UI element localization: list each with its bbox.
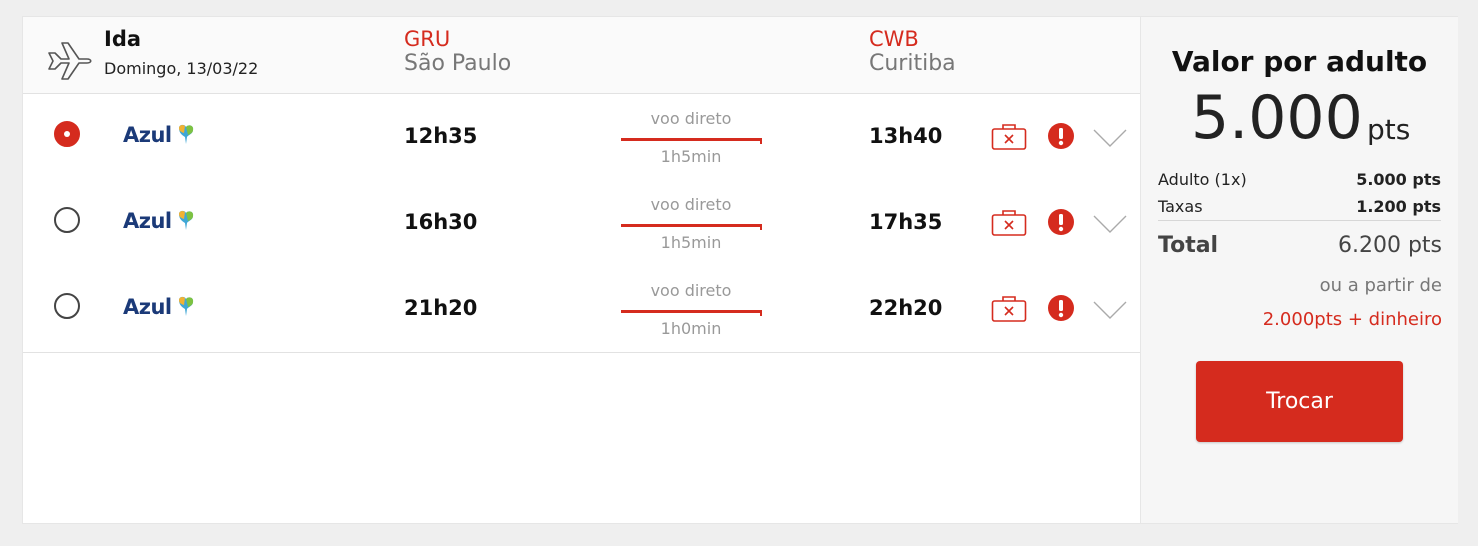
airline-logo-text: Azul — [123, 209, 172, 233]
summary-divider — [1158, 220, 1441, 221]
flight-card: Ida Domingo, 13/03/22 GRU São Paulo CWB … — [22, 16, 1458, 524]
line-label: Adulto (1x) — [1158, 170, 1247, 189]
airline-logo-text: Azul — [123, 123, 172, 147]
flight-option-row[interactable]: Azul 21h20 voo direto 1h0min 22h20 — [23, 266, 1140, 352]
flight-option-row[interactable]: Azul 12h35 voo direto 1h5min 13h40 — [23, 94, 1140, 180]
stop-type: voo direto — [650, 195, 732, 214]
flight-duration: 1h5min — [660, 233, 722, 252]
price-title: Valor por adulto — [1171, 45, 1428, 78]
trocar-button[interactable]: Trocar — [1196, 361, 1403, 442]
price-line-adult: Adulto (1x) 5.000 pts — [1158, 170, 1441, 189]
airline-logo-text: Azul — [123, 295, 172, 319]
departure-time: 16h30 — [404, 210, 478, 234]
route-line-end — [760, 310, 762, 316]
no-baggage-icon[interactable] — [991, 123, 1027, 151]
airline-logo-icon — [179, 210, 194, 230]
flight-header: Ida Domingo, 13/03/22 GRU São Paulo CWB … — [23, 17, 1140, 94]
chevron-down-icon[interactable] — [1093, 128, 1127, 148]
line-value: 1.200 pts — [1356, 197, 1441, 216]
flight-select-radio[interactable] — [54, 121, 80, 147]
flight-duration: 1h0min — [660, 319, 722, 338]
route-line-end — [760, 224, 762, 230]
price-line-taxes: Taxas 1.200 pts — [1158, 197, 1441, 216]
stop-type: voo direto — [650, 109, 732, 128]
total-value: 6.200 pts — [1337, 233, 1442, 258]
destination-code: CWB — [869, 27, 919, 51]
flight-select-radio[interactable] — [54, 207, 80, 233]
arrival-time: 13h40 — [869, 124, 943, 148]
route-line — [621, 224, 762, 227]
line-label: Taxas — [1158, 197, 1203, 216]
airline-logo-icon — [179, 124, 194, 144]
alert-icon[interactable] — [1047, 208, 1075, 236]
alert-icon[interactable] — [1047, 122, 1075, 150]
departure-time: 21h20 — [404, 296, 478, 320]
origin-code: GRU — [404, 27, 451, 51]
route-line — [621, 138, 762, 141]
total-label: Total — [1158, 233, 1219, 258]
price-summary-panel: Valor por adulto 5.000 pts Adulto (1x) 5… — [1140, 17, 1458, 523]
plane-icon — [48, 42, 92, 80]
arrival-time: 17h35 — [869, 210, 943, 234]
price-amount: 5.000 — [1191, 83, 1363, 153]
chevron-down-icon[interactable] — [1093, 214, 1127, 234]
origin-city: São Paulo — [404, 51, 512, 76]
flight-select-radio[interactable] — [54, 293, 80, 319]
no-baggage-icon[interactable] — [991, 295, 1027, 323]
flight-option-row[interactable]: Azul 16h30 voo direto 1h5min 17h35 — [23, 180, 1140, 266]
airline-logo-icon — [179, 296, 194, 316]
alt-price-prefix: ou a partir de — [1319, 275, 1442, 296]
stop-type: voo direto — [650, 281, 732, 300]
arrival-time: 22h20 — [869, 296, 943, 320]
alert-icon[interactable] — [1047, 294, 1075, 322]
flight-list-panel: Ida Domingo, 13/03/22 GRU São Paulo CWB … — [23, 17, 1140, 523]
departure-time: 12h35 — [404, 124, 478, 148]
chevron-down-icon[interactable] — [1093, 300, 1127, 320]
flight-date: Domingo, 13/03/22 — [104, 59, 259, 78]
flight-duration: 1h5min — [660, 147, 722, 166]
destination-city: Curitiba — [869, 51, 956, 76]
route-line — [621, 310, 762, 313]
alt-price-link[interactable]: 2.000pts + dinheiro — [1263, 309, 1442, 330]
no-baggage-icon[interactable] — [991, 209, 1027, 237]
route-line-end — [760, 138, 762, 144]
list-divider — [23, 352, 1140, 353]
direction-label: Ida — [104, 27, 142, 51]
line-value: 5.000 pts — [1356, 170, 1441, 189]
price-unit: pts — [1367, 113, 1411, 146]
